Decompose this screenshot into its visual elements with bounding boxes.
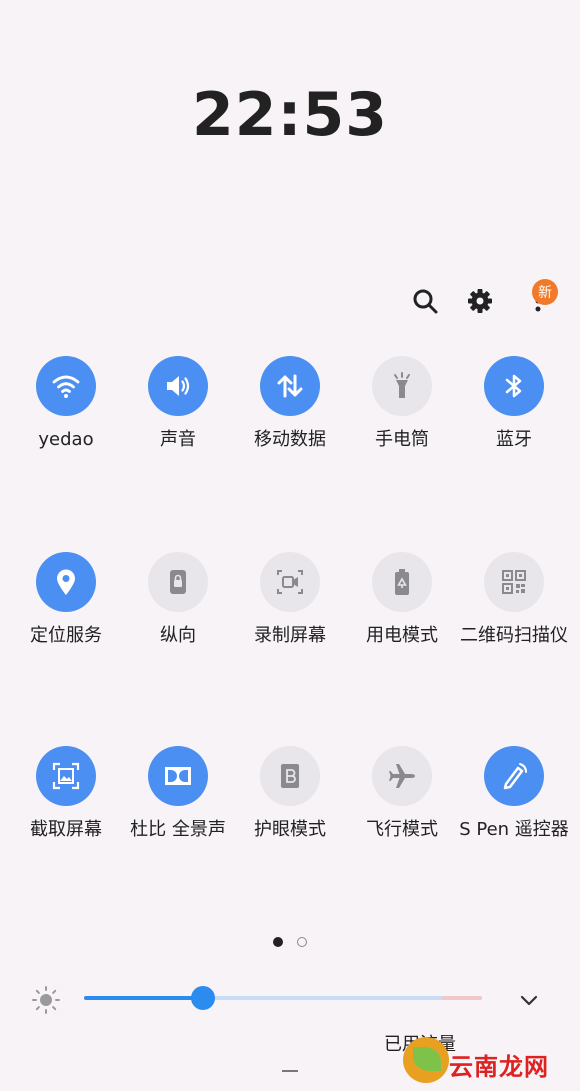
tile-dolby-atmos[interactable]: 杜比 全景声: [122, 746, 234, 841]
s-pen-icon: [503, 763, 527, 790]
sun-icon: [32, 986, 60, 1014]
tile-airplane[interactable]: 飞行模式: [346, 746, 458, 841]
page-dot-1[interactable]: [273, 937, 283, 947]
tile-label: 杜比 全景声: [130, 819, 226, 840]
dolby-atmos-icon: [165, 767, 191, 785]
tile-airplane-button[interactable]: [372, 746, 432, 806]
watermark-logo: 云南龙网: [403, 1033, 575, 1087]
qr-scanner-icon: [502, 570, 526, 594]
tile-screen-record-button[interactable]: [260, 552, 320, 612]
brightness-slider[interactable]: [30, 986, 550, 1016]
airplane-icon: [389, 764, 415, 788]
tile-screenshot-button[interactable]: [36, 746, 96, 806]
tile-s-pen-button[interactable]: [484, 746, 544, 806]
tile-power-mode-button[interactable]: [372, 552, 432, 612]
tile-label: 手电筒: [375, 429, 429, 450]
tile-label: 用电模式: [366, 625, 438, 646]
page-dot-2[interactable]: [297, 937, 307, 947]
tile-label: 录制屏幕: [254, 625, 326, 646]
tile-label: 飞行模式: [366, 819, 438, 840]
gear-icon: [468, 289, 492, 313]
brightness-track-fill: [84, 996, 204, 1000]
tile-flashlight-button[interactable]: [372, 356, 432, 416]
tile-eye-comfort-button[interactable]: [260, 746, 320, 806]
tile-label: 二维码扫描仪: [460, 625, 568, 646]
tile-label: 护眼模式: [254, 819, 326, 840]
power-mode-icon: [395, 569, 409, 595]
page-indicator: [0, 937, 580, 947]
settings-button[interactable]: [460, 281, 500, 321]
portrait-lock-icon: [170, 570, 186, 594]
tile-dolby-atmos-button[interactable]: [148, 746, 208, 806]
tile-location[interactable]: 定位服务: [10, 552, 122, 647]
search-icon: [413, 289, 438, 314]
tile-qr-scanner[interactable]: 二维码扫描仪: [458, 552, 570, 647]
tile-bluetooth-button[interactable]: [484, 356, 544, 416]
tile-label: 移动数据: [254, 429, 326, 450]
tile-portrait[interactable]: 纵向: [122, 552, 234, 647]
more-options-button[interactable]: 新: [518, 279, 558, 321]
tile-flashlight[interactable]: 手电筒: [346, 356, 458, 451]
tile-label: 声音: [160, 429, 196, 450]
search-button[interactable]: [405, 281, 445, 321]
tile-wifi[interactable]: yedao: [10, 356, 122, 451]
tile-sound-button[interactable]: [148, 356, 208, 416]
tile-label: S Pen 遥控器: [459, 819, 569, 840]
brightness-track[interactable]: [84, 986, 482, 1010]
screen-record-icon: [277, 570, 303, 594]
new-badge: 新: [532, 279, 558, 305]
tile-screenshot[interactable]: 截取屏幕: [10, 746, 122, 841]
tile-eye-comfort[interactable]: 护眼模式: [234, 746, 346, 841]
tile-label: 定位服务: [30, 625, 102, 646]
wifi-icon: [52, 375, 80, 398]
sound-icon: [167, 376, 190, 396]
tile-power-mode[interactable]: 用电模式: [346, 552, 458, 647]
bluetooth-icon: [505, 374, 522, 398]
eye-comfort-icon: [281, 764, 299, 788]
tile-portrait-button[interactable]: [148, 552, 208, 612]
tile-mobile-data-button[interactable]: [260, 356, 320, 416]
navigation-handle[interactable]: [282, 1070, 298, 1072]
tile-bluetooth[interactable]: 蓝牙: [458, 356, 570, 451]
tile-qr-scanner-button[interactable]: [484, 552, 544, 612]
tile-label: 蓝牙: [496, 429, 532, 450]
chevron-down-icon[interactable]: [514, 986, 544, 1016]
tile-wifi-button[interactable]: [36, 356, 96, 416]
tile-mobile-data[interactable]: 移动数据: [234, 356, 346, 451]
mobile-data-icon: [277, 374, 303, 398]
brightness-track-tail: [442, 996, 482, 1000]
tile-label: yedao: [38, 429, 94, 450]
tile-label: 纵向: [160, 625, 196, 646]
tile-label: 截取屏幕: [30, 819, 102, 840]
tile-sound[interactable]: 声音: [122, 356, 234, 451]
brightness-thumb[interactable]: [191, 986, 216, 1010]
screenshot-icon: [52, 762, 80, 790]
tile-screen-record[interactable]: 录制屏幕: [234, 552, 346, 647]
tile-location-button[interactable]: [36, 552, 96, 612]
watermark-text: 云南龙网: [449, 1053, 549, 1081]
tile-s-pen[interactable]: S Pen 遥控器: [458, 746, 570, 841]
clock: 22:53: [192, 80, 388, 150]
header-toolbar: 新: [400, 279, 570, 321]
location-icon: [57, 569, 75, 595]
flashlight-icon: [394, 372, 410, 398]
